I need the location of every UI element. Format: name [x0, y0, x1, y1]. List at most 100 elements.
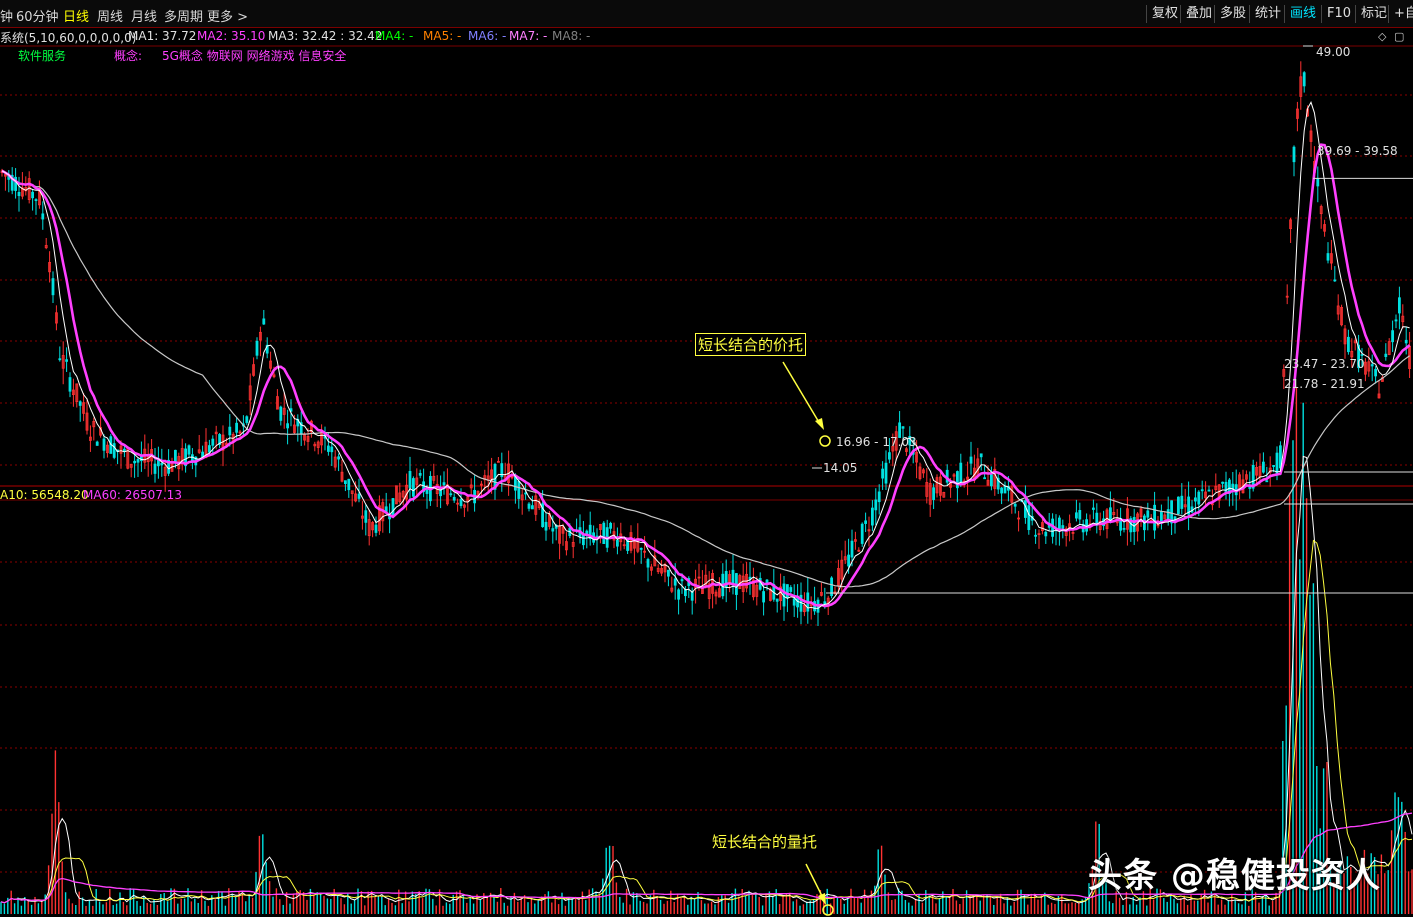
candle-body: [888, 452, 891, 460]
candle-body: [364, 510, 368, 523]
toolbar-button[interactable]: 统计: [1249, 5, 1286, 23]
candle-body: [326, 445, 330, 452]
candle-body: [418, 473, 422, 476]
candle-body: [762, 591, 765, 603]
candle-body: [1000, 487, 1003, 494]
candle-body: [531, 505, 534, 510]
candle-body: [1404, 339, 1408, 344]
ma-legend-item: MA4: -: [375, 29, 414, 43]
timeframe-tab[interactable]: 日线: [63, 6, 89, 25]
candle-body: [78, 401, 82, 406]
candle-body: [1316, 178, 1320, 187]
candle-body: [1180, 495, 1184, 509]
candle-body: [1391, 330, 1394, 343]
candle-body: [609, 522, 612, 529]
window-icon[interactable]: ▢: [1394, 30, 1404, 43]
candle-body: [551, 528, 555, 532]
candle-body: [990, 474, 993, 487]
timeframe-tab[interactable]: 60分钟: [16, 6, 59, 25]
price-support-circle: [819, 435, 831, 447]
candle-body: [1153, 504, 1156, 531]
candle-body: [1384, 353, 1388, 358]
candle-body: [789, 587, 793, 592]
toolbar-button[interactable]: +自: [1388, 5, 1413, 23]
candle-body: [1075, 512, 1078, 519]
timeframe-tab[interactable]: 周线: [97, 6, 123, 25]
candle-body: [1262, 461, 1265, 473]
candle-body: [1078, 510, 1082, 520]
toolbar-button[interactable]: 叠加: [1180, 5, 1217, 23]
timeframe-tab[interactable]: 更多 >: [207, 6, 248, 25]
candle-body: [1132, 517, 1136, 532]
toolbar-button[interactable]: F10: [1321, 5, 1356, 23]
candle-body: [847, 554, 850, 567]
stock-chart[interactable]: [0, 28, 1413, 917]
candle-body: [1326, 253, 1330, 261]
concept-heading: 概念:: [114, 49, 143, 63]
candle-body: [173, 449, 177, 463]
candle-body: [1224, 481, 1228, 494]
candle-body: [1275, 452, 1279, 474]
candle-body: [1109, 507, 1112, 522]
toolbar-button[interactable]: 画线: [1284, 5, 1321, 23]
candle-body: [544, 521, 548, 531]
candle-body: [136, 459, 140, 463]
candle-body: [112, 443, 116, 458]
candle-body: [850, 540, 854, 558]
candle-body: [160, 463, 164, 466]
candle-body: [337, 456, 341, 460]
candle-body: [1265, 480, 1269, 483]
candle-body: [527, 503, 531, 509]
candle-body: [673, 578, 677, 586]
candle-body: [1061, 525, 1065, 529]
volume-ma-lines: [0, 455, 1413, 904]
candle-body: [1200, 489, 1204, 492]
candle-body: [1122, 527, 1126, 530]
candle-body: [959, 462, 963, 485]
diamond-icon[interactable]: ◇: [1378, 30, 1386, 43]
candle-body: [979, 453, 983, 458]
candle-body: [95, 441, 99, 446]
volume-ma5-line: [0, 455, 1413, 904]
toolbar-button[interactable]: 多股: [1214, 5, 1251, 23]
candle-body: [51, 278, 55, 296]
candle-body: [228, 426, 232, 436]
candle-body: [1085, 519, 1088, 532]
candle-body: [616, 539, 619, 547]
candle-body: [1302, 72, 1306, 87]
candle-body: [207, 445, 211, 453]
candle-body: [1003, 485, 1007, 494]
ma-legend-item: MA6: -: [468, 29, 507, 43]
candle-body: [1058, 517, 1061, 530]
candle-body: [65, 359, 68, 362]
candle-body: [425, 489, 429, 494]
candle-body: [680, 579, 684, 582]
price-callout-arrow: [782, 361, 821, 425]
candle-body: [408, 471, 412, 489]
timeframe-tab[interactable]: 多周期: [164, 6, 203, 25]
candle-body: [102, 438, 106, 451]
candle-body: [411, 478, 415, 497]
candle-body: [1370, 364, 1374, 367]
candle-body: [201, 451, 205, 458]
candle-body: [279, 406, 283, 421]
arrow-head: [815, 418, 824, 430]
candle-body: [1177, 496, 1180, 515]
candle-body: [901, 426, 905, 429]
toolbar-button[interactable]: 复权: [1146, 5, 1183, 23]
candle-body: [1166, 509, 1170, 521]
candle-body: [877, 491, 881, 503]
toolbar: 钟 60分钟 日线 周线 月线 多周期 更多 > 复权 叠加 多股 统计 画线 F10 标记 +自: [0, 0, 1413, 28]
candle-body: [684, 589, 687, 597]
candle-body: [1034, 534, 1037, 537]
timeframe-tab[interactable]: 月线: [131, 6, 157, 25]
ma-legend-item: MA5: -: [423, 29, 462, 43]
candle-body: [517, 481, 521, 499]
candle-body: [1272, 465, 1275, 467]
timeframe-tab[interactable]: 钟: [0, 6, 13, 25]
candle-body: [34, 199, 38, 201]
level-label: 21.78 - 21.91: [1284, 377, 1365, 391]
toolbar-button[interactable]: 标记: [1355, 5, 1392, 23]
level-label: 39.69 - 39.58: [1317, 144, 1398, 158]
candle-body: [677, 589, 680, 600]
